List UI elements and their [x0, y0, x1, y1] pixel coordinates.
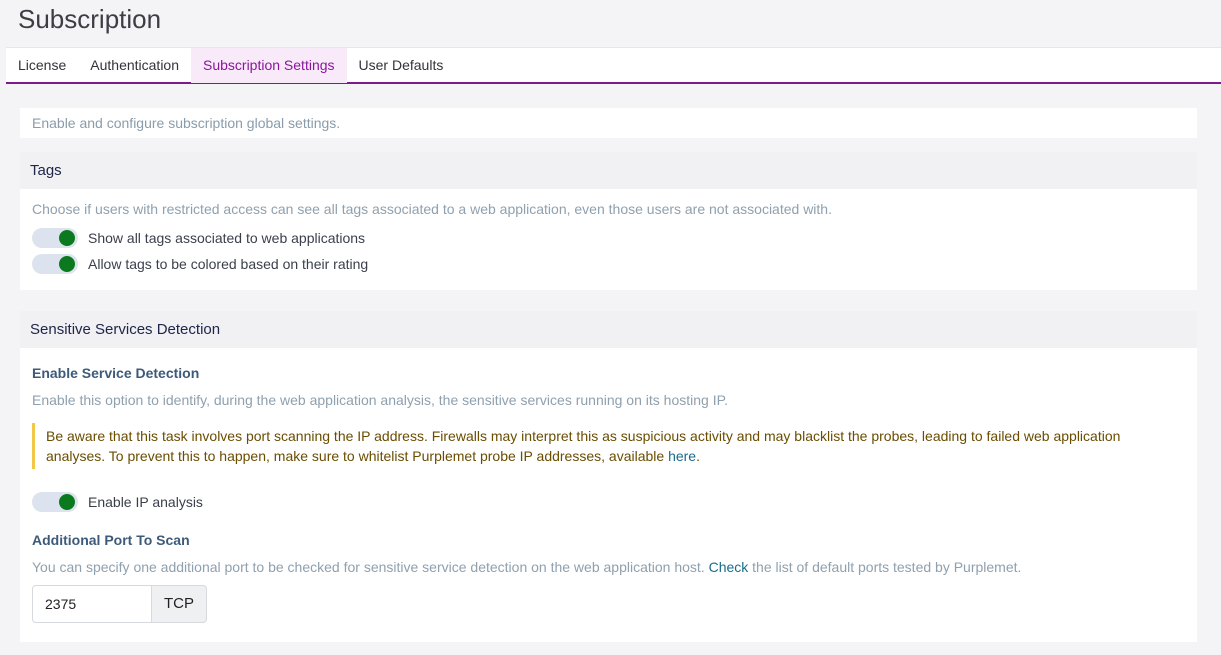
toggle-knob	[59, 494, 75, 510]
colored-tags-label: Allow tags to be colored based on their …	[88, 256, 369, 272]
toggle-row-ip-analysis: Enable IP analysis	[32, 489, 1185, 515]
port-scan-warning: Be aware that this task involves port sc…	[32, 423, 1185, 469]
whitelist-here-link[interactable]: here	[668, 448, 696, 464]
show-all-tags-label: Show all tags associated to web applicat…	[88, 230, 366, 246]
sensitive-heading: Sensitive Services Detection	[20, 311, 1197, 348]
ip-analysis-label: Enable IP analysis	[88, 494, 203, 510]
port-desc-start: You can specify one additional port to b…	[32, 559, 709, 575]
toggle-row-colored-tags: Allow tags to be colored based on their …	[32, 251, 1185, 277]
port-desc-end: the list of default ports tested by Purp…	[748, 559, 1022, 575]
tab-license[interactable]: License	[6, 48, 78, 83]
tab-authentication[interactable]: Authentication	[78, 48, 191, 83]
additional-port-input[interactable]	[32, 585, 152, 623]
toggle-knob	[59, 230, 75, 246]
check-default-ports-link[interactable]: Check	[709, 559, 749, 575]
enable-service-detection-title: Enable Service Detection	[32, 365, 200, 381]
toggle-row-show-all-tags: Show all tags associated to web applicat…	[32, 225, 1185, 251]
tab-bar: License Authentication Subscription Sett…	[6, 47, 1221, 84]
enable-service-detection-description: Enable this option to identify, during t…	[32, 392, 729, 408]
port-protocol-label: TCP	[152, 585, 207, 623]
warning-end: .	[696, 448, 700, 464]
tags-heading: Tags	[20, 152, 1197, 189]
additional-port-description: You can specify one additional port to b…	[32, 559, 1185, 575]
page-header: Subscription	[0, 0, 1221, 48]
ip-analysis-toggle[interactable]	[32, 492, 78, 512]
toggle-knob	[59, 256, 75, 272]
page-title: Subscription	[18, 4, 162, 34]
show-all-tags-toggle[interactable]	[32, 228, 78, 248]
intro-card: Enable and configure subscription global…	[20, 108, 1197, 138]
additional-port-title: Additional Port To Scan	[32, 532, 190, 548]
warning-text: Be aware that this task involves port sc…	[46, 428, 1121, 464]
tab-subscription-settings[interactable]: Subscription Settings	[191, 48, 347, 83]
tags-description: Choose if users with restricted access c…	[32, 201, 832, 217]
sensitive-services-card: Sensitive Services Detection Enable Serv…	[20, 311, 1197, 642]
port-input-group: TCP	[32, 585, 207, 623]
colored-tags-toggle[interactable]	[32, 254, 78, 274]
tags-card: Tags Choose if users with restricted acc…	[20, 152, 1197, 290]
tab-user-defaults[interactable]: User Defaults	[347, 48, 456, 83]
